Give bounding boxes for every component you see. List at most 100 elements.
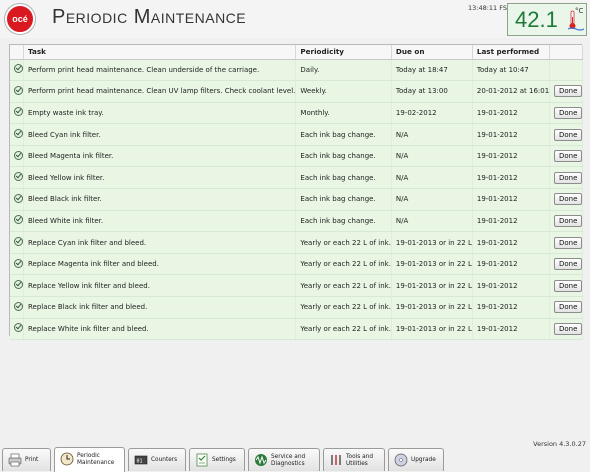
column-header-last: Last performed xyxy=(472,45,551,60)
action-cell: Done xyxy=(549,80,584,103)
table-row: Replace Magenta ink filter and bleed. Yea… xyxy=(10,253,584,276)
wave-icon xyxy=(255,454,267,466)
header: océ Periodic Maintenance 13:48:11 FST 42… xyxy=(0,0,590,38)
done-button[interactable]: Done xyxy=(554,301,583,314)
status-cell xyxy=(10,274,24,298)
check-icon xyxy=(14,64,23,74)
done-button[interactable]: Done xyxy=(554,85,583,98)
check-icon xyxy=(14,107,23,117)
periodicity-cell: Yearly or each 22 L of ink. xyxy=(295,296,392,319)
table-row: Empty waste ink tray. Monthly. 19-02-2012 1… xyxy=(10,102,584,125)
last-performed-cell: 19-01-2012 xyxy=(472,274,551,298)
check-icon xyxy=(14,150,23,160)
action-cell: Done xyxy=(549,210,584,233)
due-cell: N/A xyxy=(391,166,473,190)
printer-icon xyxy=(8,453,22,467)
last-performed-cell: 19-01-2012 xyxy=(472,318,551,341)
table-row: Replace White ink filter and bleed. Yearl… xyxy=(10,318,584,341)
periodicity-cell: Each ink bag change. xyxy=(295,210,392,233)
tab-upgrade[interactable]: Upgrade xyxy=(388,448,444,471)
periodicity-cell: Weekly. xyxy=(295,80,392,103)
done-button[interactable]: Done xyxy=(554,322,583,335)
task-cell: Perform print head maintenance. Clean un… xyxy=(23,59,297,82)
last-performed-cell: 19-01-2012 xyxy=(472,253,551,276)
done-button[interactable]: Done xyxy=(554,236,583,249)
last-performed-cell: 19-01-2012 xyxy=(472,166,551,190)
temperature-value: 42.1 xyxy=(515,7,558,32)
due-cell: Today at 18:47 xyxy=(391,59,473,82)
action-cell: Done xyxy=(549,102,584,125)
periodicity-cell: Each ink bag change. xyxy=(295,145,392,168)
svg-text:01: 01 xyxy=(137,459,143,465)
task-cell: Perform print head maintenance. Clean UV… xyxy=(23,80,297,103)
done-button[interactable]: Done xyxy=(554,214,583,227)
status-cell xyxy=(10,145,24,168)
tab-service-diagnostics[interactable]: Service and Diagnostics xyxy=(248,448,320,471)
action-cell xyxy=(549,59,584,82)
tab-settings[interactable]: Settings xyxy=(189,448,245,471)
status-cell xyxy=(10,210,24,233)
tab-label: Tools and Utilities xyxy=(346,453,374,467)
counter-icon: 01 xyxy=(134,455,148,465)
table-row: Bleed White ink filter. Each ink bag chan… xyxy=(10,210,584,233)
action-cell: Done xyxy=(549,123,584,146)
task-cell: Replace Black ink filter and bleed. xyxy=(23,296,297,319)
clock-icon xyxy=(60,452,74,466)
done-button[interactable]: Done xyxy=(554,128,583,141)
done-button[interactable]: Done xyxy=(554,279,583,292)
task-cell: Replace White ink filter and bleed. xyxy=(23,318,297,341)
disc-icon xyxy=(394,453,408,467)
check-icon xyxy=(14,193,23,203)
table-row: Replace Cyan ink filter and bleed. Yearly… xyxy=(10,231,584,254)
last-performed-cell: 19-01-2012 xyxy=(472,188,551,211)
due-cell: 19-01-2013 or in 22 L xyxy=(391,231,473,254)
last-performed-cell: Today at 10:47 xyxy=(472,59,551,82)
check-icon xyxy=(14,301,23,311)
task-cell: Replace Magenta ink filter and bleed. xyxy=(23,253,297,276)
task-cell: Replace Yellow ink filter and bleed. xyxy=(23,274,297,298)
maintenance-table: Task Periodicity Due on Last performed P… xyxy=(9,44,584,341)
temperature-unit: °C xyxy=(575,7,584,15)
status-cell xyxy=(10,231,24,254)
status-cell xyxy=(10,123,24,146)
tab-periodic-maintenance[interactable]: Periodic Maintenance xyxy=(54,447,125,472)
due-cell: N/A xyxy=(391,188,473,211)
column-header-task: Task xyxy=(23,45,297,60)
tab-tools-utilities[interactable]: Tools and Utilities xyxy=(323,448,385,471)
tab-label: Periodic Maintenance xyxy=(77,452,115,466)
status-cell xyxy=(10,296,24,319)
clock: 13:48:11 FST xyxy=(468,4,511,12)
task-cell: Bleed Cyan ink filter. xyxy=(23,123,297,146)
action-cell: Done xyxy=(549,188,584,211)
tab-bar: Print Periodic Maintenance 01 Counters S… xyxy=(0,447,590,472)
due-cell: N/A xyxy=(391,123,473,146)
status-cell xyxy=(10,80,24,103)
action-cell: Done xyxy=(549,296,584,319)
tab-label: Counters xyxy=(151,457,178,463)
tab-label: Upgrade xyxy=(411,457,436,463)
column-header-periodicity: Periodicity xyxy=(295,45,392,60)
tools-icon xyxy=(331,455,341,465)
periodicity-cell: Each ink bag change. xyxy=(295,123,392,146)
done-button[interactable]: Done xyxy=(554,150,583,163)
last-performed-cell: 19-01-2012 xyxy=(472,210,551,233)
done-button[interactable]: Done xyxy=(554,106,583,119)
status-cell xyxy=(10,253,24,276)
task-cell: Bleed White ink filter. xyxy=(23,210,297,233)
done-button[interactable]: Done xyxy=(554,193,583,206)
last-performed-cell: 19-01-2012 xyxy=(472,102,551,125)
tab-label: Settings xyxy=(212,457,236,463)
tab-print[interactable]: Print xyxy=(2,448,51,471)
done-button[interactable]: Done xyxy=(554,171,583,184)
tab-label: Print xyxy=(25,457,39,463)
check-icon xyxy=(14,258,23,268)
column-header-action xyxy=(549,45,584,60)
action-cell: Done xyxy=(549,231,584,254)
due-cell: Today at 13:00 xyxy=(391,80,473,103)
periodicity-cell: Each ink bag change. xyxy=(295,188,392,211)
tab-counters[interactable]: 01 Counters xyxy=(128,448,186,471)
done-button[interactable]: Done xyxy=(554,258,583,271)
table-row: Bleed Black ink filter. Each ink bag chan… xyxy=(10,188,584,211)
task-cell: Replace Cyan ink filter and bleed. xyxy=(23,231,297,254)
last-performed-cell: 20-01-2012 at 16:01 xyxy=(472,80,551,103)
